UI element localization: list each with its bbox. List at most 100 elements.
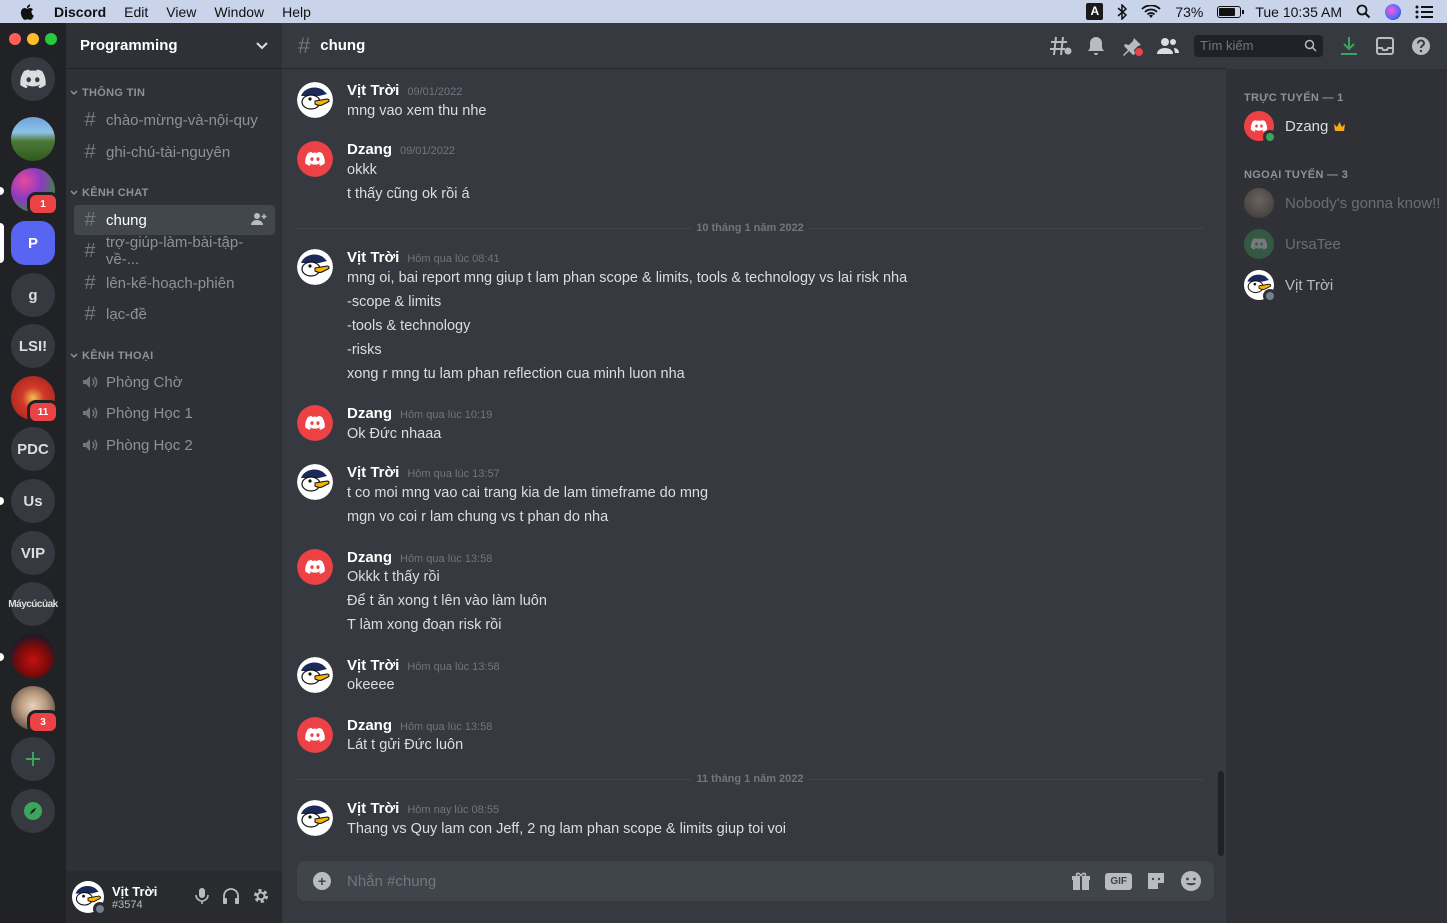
chat-header: # chung bbox=[282, 23, 1226, 69]
server-us[interactable]: Us bbox=[11, 479, 55, 523]
server-pdc[interactable]: PDC bbox=[11, 427, 55, 471]
voice-channel-phong-hoc-1[interactable]: Phòng Học 1 bbox=[74, 398, 275, 428]
server-portrait[interactable]: 3 bbox=[11, 686, 59, 734]
gear-icon[interactable] bbox=[252, 887, 270, 905]
mention-badge: 3 bbox=[27, 710, 59, 734]
message-author[interactable]: Dzang bbox=[347, 549, 392, 566]
bluetooth-icon[interactable] bbox=[1117, 3, 1128, 20]
message-author[interactable]: Dzang bbox=[347, 141, 392, 158]
inbox-icon[interactable] bbox=[1376, 36, 1394, 56]
channel-ghi-chu[interactable]: # ghi-chú-tài-nguyên bbox=[74, 137, 275, 167]
server-lsi[interactable]: LSI! bbox=[11, 324, 55, 368]
wifi-icon[interactable] bbox=[1141, 4, 1161, 19]
menubar-clock[interactable]: Tue 10:35 AM bbox=[1255, 4, 1342, 20]
apple-icon[interactable] bbox=[20, 3, 34, 20]
unread-indicator bbox=[0, 653, 4, 661]
server-g[interactable]: g bbox=[11, 273, 55, 317]
emoji-icon[interactable] bbox=[1180, 870, 1202, 892]
message-timestamp: Hôm qua lúc 13:58 bbox=[400, 553, 493, 565]
menu-help[interactable]: Help bbox=[282, 4, 311, 20]
hash-icon: # bbox=[84, 302, 96, 325]
discord-avatar-icon bbox=[297, 717, 333, 753]
member-item[interactable]: UrsaTee bbox=[1244, 229, 1341, 259]
bell-icon[interactable] bbox=[1087, 36, 1105, 56]
member-list-icon[interactable] bbox=[1157, 37, 1179, 55]
channel-chao-mung[interactable]: # chào-mừng-và-nội-quy bbox=[74, 105, 275, 135]
battery-icon[interactable] bbox=[1217, 5, 1245, 18]
gif-button[interactable]: GIF bbox=[1105, 872, 1132, 890]
category-info[interactable]: THÔNG TIN bbox=[70, 87, 145, 99]
hash-icon: # bbox=[84, 108, 96, 131]
avatar[interactable] bbox=[72, 881, 107, 916]
channel-lac-de[interactable]: # lạc-đề bbox=[74, 299, 275, 329]
close-window-button[interactable] bbox=[9, 33, 21, 45]
channel-len-ke-hoach[interactable]: # lên-kế-hoạch-phiên bbox=[74, 268, 275, 298]
avatar[interactable] bbox=[297, 717, 333, 753]
member-item[interactable]: Vịt Trời bbox=[1244, 270, 1333, 303]
gift-icon[interactable] bbox=[1071, 871, 1091, 891]
message-author[interactable]: Vịt Trời bbox=[347, 249, 399, 266]
message-text: T làm xong đoạn risk rồi bbox=[347, 617, 502, 633]
user-name: Vịt Trời bbox=[112, 883, 158, 899]
category-voice[interactable]: KÊNH THOẠI bbox=[70, 350, 153, 362]
avatar[interactable] bbox=[297, 249, 333, 285]
message-author[interactable]: Dzang bbox=[347, 717, 392, 734]
server-red-logo[interactable]: 11 bbox=[11, 376, 59, 424]
input-source-icon[interactable]: A bbox=[1086, 3, 1104, 20]
headphones-icon[interactable] bbox=[222, 887, 240, 905]
control-center-icon[interactable] bbox=[1415, 5, 1433, 19]
voice-channel-phong-hoc-2[interactable]: Phòng Học 2 bbox=[74, 430, 275, 460]
zoom-window-button[interactable] bbox=[45, 33, 57, 45]
avatar[interactable] bbox=[297, 657, 333, 693]
guild-header[interactable]: Programming bbox=[66, 23, 282, 69]
pinned-messages-icon[interactable] bbox=[1122, 36, 1144, 58]
upload-plus-button[interactable]: + bbox=[313, 872, 331, 890]
menu-window[interactable]: Window bbox=[214, 4, 264, 20]
avatar[interactable] bbox=[297, 141, 333, 177]
sticker-icon[interactable] bbox=[1146, 871, 1166, 891]
server-among-us[interactable] bbox=[11, 634, 55, 678]
avatar[interactable] bbox=[297, 82, 333, 118]
menu-app-name[interactable]: Discord bbox=[54, 4, 106, 20]
help-icon[interactable] bbox=[1411, 36, 1431, 56]
add-server-button[interactable] bbox=[11, 737, 55, 781]
server-maycucuak[interactable]: Máycúcủak bbox=[8, 582, 58, 626]
message-author[interactable]: Vịt Trời bbox=[347, 464, 399, 481]
message-author[interactable]: Vịt Trời bbox=[347, 657, 399, 674]
member-item[interactable]: Dzang bbox=[1244, 111, 1346, 144]
composer-placeholder[interactable]: Nhắn #chung bbox=[347, 873, 436, 890]
minimize-window-button[interactable] bbox=[27, 33, 39, 45]
message-author[interactable]: Dzang bbox=[347, 405, 392, 422]
message-composer[interactable]: + Nhắn #chung GIF bbox=[297, 861, 1214, 901]
avatar bbox=[1244, 111, 1277, 144]
channel-chung[interactable]: # chung bbox=[74, 205, 275, 235]
channel-tro-giup[interactable]: # trợ-giúp-làm-bài-tập-về-... bbox=[74, 234, 275, 268]
spotlight-search-icon[interactable] bbox=[1356, 4, 1371, 19]
avatar[interactable] bbox=[297, 464, 333, 500]
server-vip[interactable]: VIP bbox=[11, 531, 55, 575]
user-info[interactable]: Vịt Trời #3574 bbox=[112, 884, 157, 911]
explore-servers-button[interactable] bbox=[11, 789, 55, 833]
home-button[interactable] bbox=[11, 57, 55, 101]
avatar[interactable] bbox=[297, 800, 333, 836]
server-landscape[interactable] bbox=[11, 117, 55, 161]
voice-channel-phong-cho[interactable]: Phòng Chờ bbox=[74, 367, 275, 397]
member-item[interactable]: Nobody's gonna know!! bbox=[1244, 188, 1440, 218]
server-programming[interactable]: P bbox=[11, 221, 55, 265]
scrollbar[interactable] bbox=[1218, 771, 1224, 856]
message-author[interactable]: Vịt Trời bbox=[347, 800, 399, 817]
message-author[interactable]: Vịt Trời bbox=[347, 82, 399, 99]
avatar[interactable] bbox=[297, 549, 333, 585]
add-member-icon[interactable] bbox=[251, 212, 267, 226]
server-flowers[interactable]: 1 bbox=[11, 168, 59, 216]
threads-icon[interactable] bbox=[1050, 36, 1072, 56]
menu-view[interactable]: View bbox=[166, 4, 196, 20]
avatar[interactable] bbox=[297, 405, 333, 441]
chat-area: # chung Vịt Trời 09/01/2022 mng vao xem t… bbox=[282, 23, 1226, 923]
download-icon[interactable] bbox=[1340, 36, 1358, 56]
menu-edit[interactable]: Edit bbox=[124, 4, 148, 20]
category-chat[interactable]: KÊNH CHAT bbox=[70, 187, 149, 199]
siri-icon[interactable] bbox=[1385, 3, 1401, 20]
search-input[interactable]: Tìm kiếm bbox=[1194, 35, 1323, 57]
microphone-icon[interactable] bbox=[194, 887, 210, 905]
